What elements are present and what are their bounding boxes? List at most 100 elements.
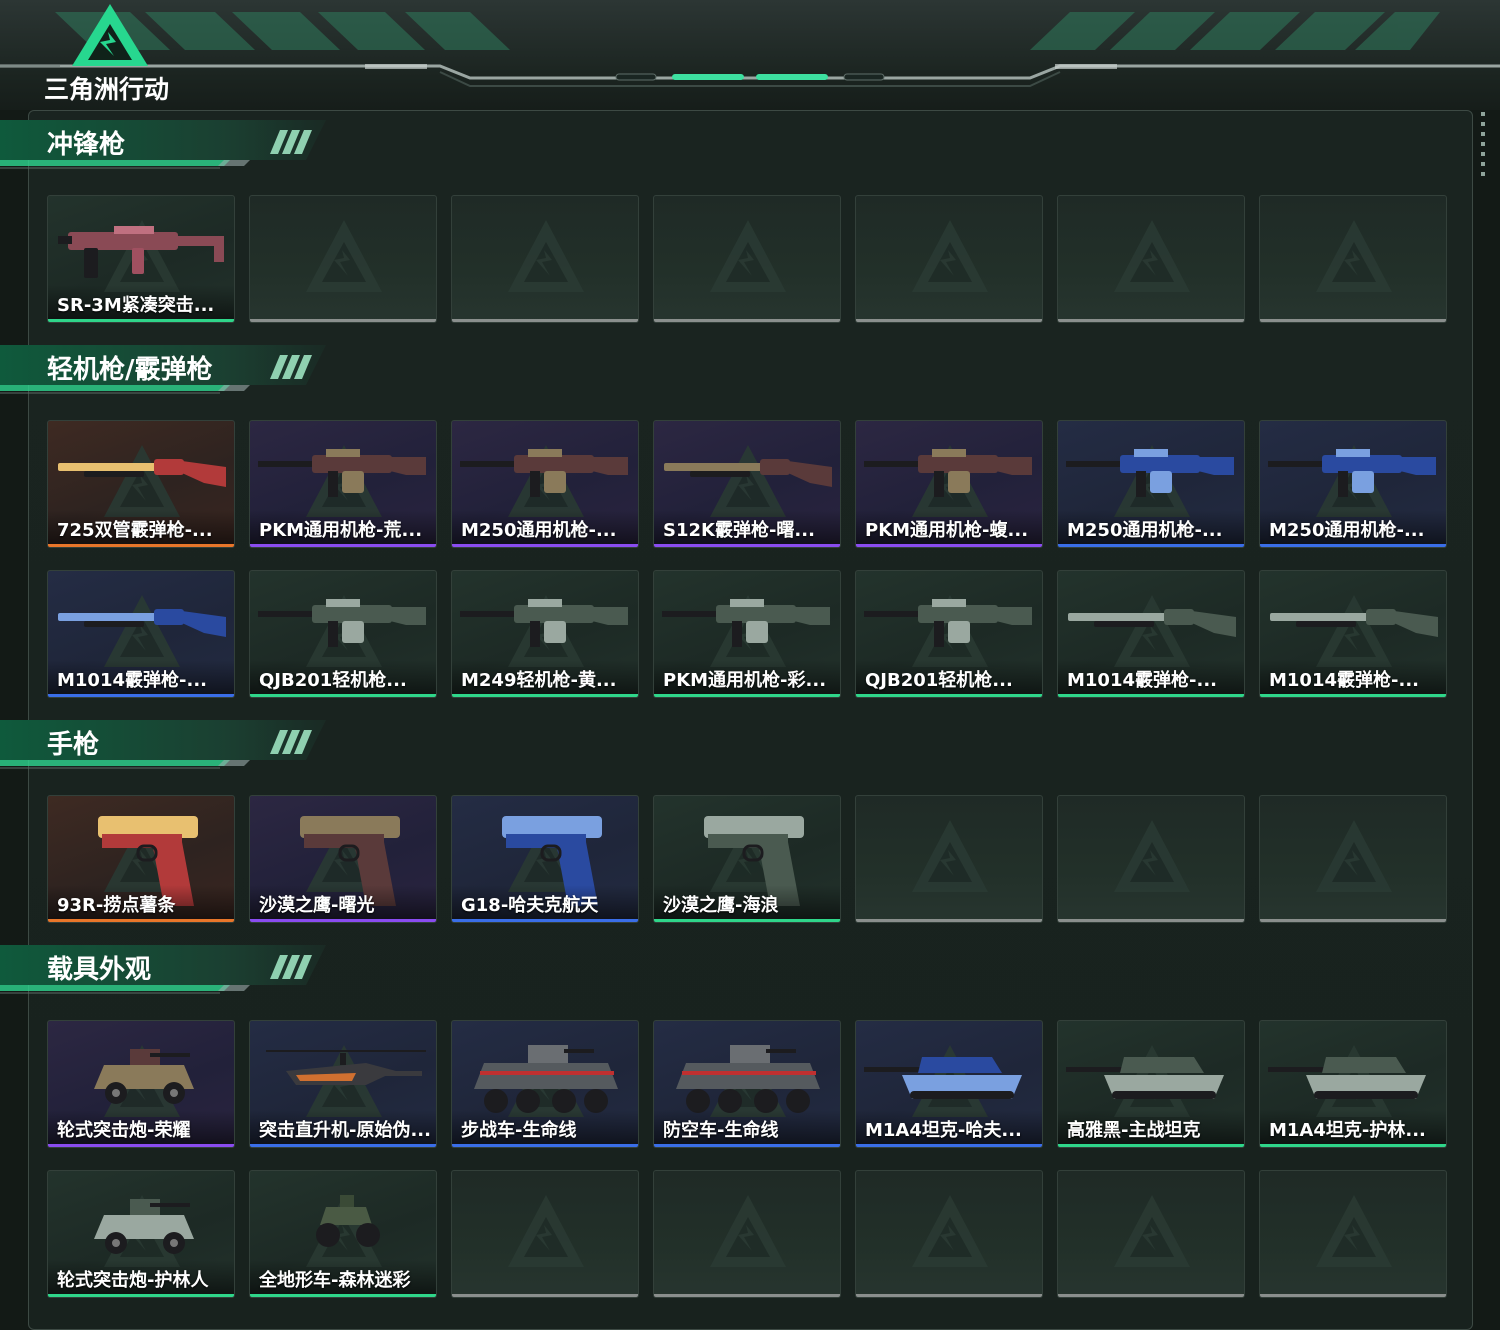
item-name: 突击直升机-原始伪...	[259, 1120, 431, 1141]
empty-slot-bar	[1058, 919, 1244, 922]
placeholder-logo-icon	[1314, 1191, 1394, 1275]
empty-slot	[1259, 195, 1447, 323]
item-name: M1014霰弹枪-...	[57, 670, 207, 691]
item-name: M249轻机枪-黄...	[461, 670, 617, 691]
item-card[interactable]: 全地形车-森林迷彩	[249, 1170, 437, 1298]
placeholder-logo-icon	[1112, 216, 1192, 300]
item-name: 全地形车-森林迷彩	[259, 1270, 411, 1291]
item-card[interactable]: 突击直升机-原始伪...	[249, 1020, 437, 1148]
item-name: 轮式突击炮-荣耀	[57, 1120, 191, 1141]
placeholder-logo-icon	[506, 1191, 586, 1275]
item-card[interactable]: 沙漠之鹰-曙光	[249, 795, 437, 923]
item-card[interactable]: M250通用机枪-...	[1259, 420, 1447, 548]
rarity-bar	[48, 1144, 234, 1147]
rarity-bar	[250, 1144, 436, 1147]
rarity-bar	[250, 1294, 436, 1297]
placeholder-logo-icon	[910, 1191, 990, 1275]
rarity-bar	[48, 694, 234, 697]
section-header: 手枪	[0, 718, 330, 774]
item-name: PKM通用机枪-蝮...	[865, 520, 1029, 541]
placeholder-logo-icon	[304, 216, 384, 300]
item-card[interactable]: PKM通用机枪-彩...	[653, 570, 841, 698]
rarity-bar	[654, 1144, 840, 1147]
item-card[interactable]: M1A4坦克-哈夫...	[855, 1020, 1043, 1148]
item-card[interactable]: M1014霰弹枪-...	[47, 570, 235, 698]
empty-slot-bar	[1058, 1294, 1244, 1297]
item-card[interactable]: M1014霰弹枪-...	[1057, 570, 1245, 698]
rarity-bar	[452, 919, 638, 922]
item-card[interactable]: QJB201轻机枪...	[855, 570, 1043, 698]
item-name: M250通用机枪-...	[1269, 520, 1425, 541]
item-card[interactable]: 93R-捞点薯条	[47, 795, 235, 923]
section-header: 载具外观	[0, 943, 330, 999]
rarity-bar	[654, 544, 840, 547]
delta-logo-icon	[72, 4, 148, 66]
scrollbar[interactable]	[1481, 112, 1485, 180]
item-name: M1A4坦克-护林...	[1269, 1120, 1426, 1141]
item-name: M250通用机枪-...	[1067, 520, 1223, 541]
placeholder-logo-icon	[708, 216, 788, 300]
item-card[interactable]: 轮式突击炮-护林人	[47, 1170, 235, 1298]
empty-slot	[1057, 795, 1245, 923]
item-name: M1A4坦克-哈夫...	[865, 1120, 1022, 1141]
item-card[interactable]: PKM通用机枪-荒...	[249, 420, 437, 548]
item-card[interactable]: SR-3M紧凑突击...	[47, 195, 235, 323]
item-card[interactable]: G18-哈夫克航天	[451, 795, 639, 923]
rarity-bar	[250, 694, 436, 697]
item-name: PKM通用机枪-彩...	[663, 670, 827, 691]
app-title: 三角洲行动	[44, 75, 170, 104]
placeholder-logo-icon	[910, 216, 990, 300]
placeholder-logo-icon	[1314, 816, 1394, 900]
item-card[interactable]: PKM通用机枪-蝮...	[855, 420, 1043, 548]
item-card[interactable]: 防空车-生命线	[653, 1020, 841, 1148]
placeholder-logo-icon	[910, 816, 990, 900]
machine-gun-icon	[458, 577, 634, 661]
item-name: 93R-捞点薯条	[57, 895, 176, 916]
item-card[interactable]: M1A4坦克-护林...	[1259, 1020, 1447, 1148]
shotgun-icon	[1064, 577, 1240, 661]
rarity-bar	[1260, 1144, 1446, 1147]
shotgun-icon	[1266, 577, 1442, 661]
item-card[interactable]: 高雅黑-主战坦克	[1057, 1020, 1245, 1148]
empty-slot	[855, 195, 1043, 323]
machine-gun-icon	[862, 577, 1038, 661]
rarity-bar	[856, 1144, 1042, 1147]
item-name: 725双管霰弹枪-...	[57, 520, 213, 541]
item-card[interactable]: M1014霰弹枪-...	[1259, 570, 1447, 698]
item-card[interactable]: M250通用机枪-...	[451, 420, 639, 548]
empty-slot	[1057, 195, 1245, 323]
empty-slot-bar	[654, 319, 840, 322]
item-card[interactable]: M249轻机枪-黄...	[451, 570, 639, 698]
shotgun-icon	[660, 427, 836, 511]
empty-slot	[855, 1170, 1043, 1298]
empty-slot-bar	[452, 1294, 638, 1297]
rarity-bar	[250, 919, 436, 922]
rarity-bar	[48, 319, 234, 322]
empty-slot-bar	[1260, 1294, 1446, 1297]
item-card[interactable]: 725双管霰弹枪-...	[47, 420, 235, 548]
item-card[interactable]: S12K霰弹枪-曙...	[653, 420, 841, 548]
empty-slot	[1259, 795, 1447, 923]
rarity-bar	[654, 694, 840, 697]
empty-slot-bar	[250, 319, 436, 322]
empty-slot-bar	[856, 319, 1042, 322]
item-card[interactable]: 步战车-生命线	[451, 1020, 639, 1148]
item-name: 步战车-生命线	[461, 1120, 577, 1141]
tank-icon	[1266, 1027, 1442, 1121]
atv-icon	[256, 1177, 432, 1271]
item-card[interactable]: 沙漠之鹰-海浪	[653, 795, 841, 923]
placeholder-logo-icon	[506, 216, 586, 300]
item-card[interactable]: QJB201轻机枪...	[249, 570, 437, 698]
empty-slot	[855, 795, 1043, 923]
item-card[interactable]: M250通用机枪-...	[1057, 420, 1245, 548]
empty-slot-bar	[856, 1294, 1042, 1297]
section-header: 轻机枪/霰弹枪	[0, 343, 330, 399]
item-name: 轮式突击炮-护林人	[57, 1270, 209, 1291]
item-name: PKM通用机枪-荒...	[259, 520, 423, 541]
item-card[interactable]: 轮式突击炮-荣耀	[47, 1020, 235, 1148]
rarity-bar	[452, 1144, 638, 1147]
item-name: SR-3M紧凑突击...	[57, 295, 215, 316]
item-name: M250通用机枪-...	[461, 520, 617, 541]
rarity-bar	[1260, 544, 1446, 547]
machine-gun-icon	[458, 427, 634, 511]
